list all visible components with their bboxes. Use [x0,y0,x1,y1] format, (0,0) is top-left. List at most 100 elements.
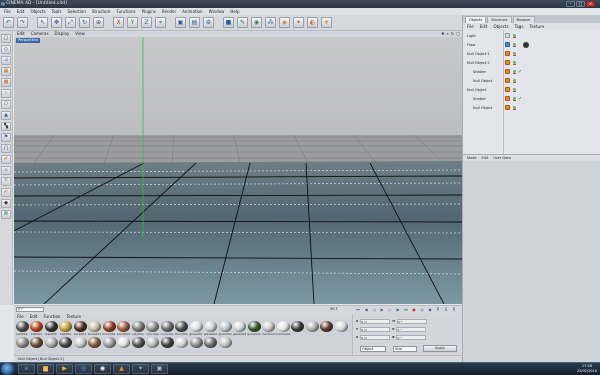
menu-render[interactable]: Render [162,8,176,15]
material-swatch[interactable] [146,337,160,353]
rotation-p-field[interactable]: 0 ° [396,327,427,332]
coordinate-size-select[interactable]: Size [393,346,417,352]
material-tag-icon[interactable] [523,42,529,48]
material-swatch[interactable]: brick001 [102,321,116,337]
position-x-field[interactable]: 0 m [360,319,391,324]
render-visibility-icon[interactable] [513,55,516,56]
material-swatch[interactable] [131,337,145,353]
render-visibility-icon[interactable] [513,109,516,110]
end-frame[interactable]: 90 F [330,307,338,311]
recent-tool-icon[interactable]: ⊕ [93,17,104,28]
material-swatch[interactable]: ball001 [15,321,29,337]
use-texture-icon[interactable]: ▦ [1,67,11,76]
prev-key-icon[interactable]: ◀ [363,307,369,312]
material-swatch[interactable] [44,337,58,353]
autokey-icon[interactable]: ◎ [419,307,425,312]
object-row[interactable]: Null Object 2 [463,59,600,67]
chrome-icon[interactable]: ◎ [75,364,92,374]
material-swatch[interactable] [291,321,305,337]
undo-icon[interactable]: ↶ [3,17,14,28]
objects-menu-tags[interactable]: Tags [515,23,524,30]
material-swatch[interactable] [204,337,218,353]
menu-tools[interactable]: Tools [52,8,62,15]
z-axis-icon[interactable]: Z [141,17,152,28]
material-swatch[interactable]: glass002 [204,321,218,337]
material-swatch[interactable] [15,337,29,353]
tab-browser[interactable]: Browser [512,16,535,23]
cinema4d-task-icon[interactable]: ◉ [94,364,111,374]
paint-icon[interactable]: ✍ [1,188,11,197]
redo-icon[interactable]: ↷ [17,17,28,28]
solo-icon[interactable]: ◆ [1,199,11,208]
render-visibility-icon[interactable] [513,73,516,74]
position-y-field[interactable]: 0 m [360,327,391,332]
menu-animation[interactable]: Animation [182,8,202,15]
next-key-icon[interactable]: ▶ [395,307,401,312]
tab-objects[interactable]: Objects [465,16,487,23]
material-swatch[interactable] [73,337,87,353]
tweak-mode-icon[interactable]: ⚑ [1,133,11,142]
material-swatch[interactable]: glass004 [233,321,247,337]
play-icon[interactable]: ▶ [379,307,385,312]
material-swatch[interactable] [189,337,203,353]
material-swatch[interactable] [30,337,44,353]
objects-menu-file[interactable]: File [467,23,474,30]
perspective-viewport[interactable]: Perspective [14,37,462,304]
cube-icon[interactable]: ■ [223,17,234,28]
record-icon[interactable]: ● [411,307,417,312]
coordinate-mode-select[interactable]: Object [360,346,386,352]
menu-edit[interactable]: Edit [17,8,25,15]
material-swatch[interactable] [160,337,174,353]
object-row[interactable]: Null Object [463,77,600,85]
pinned-app-icon[interactable]: ▣ [151,364,168,374]
close-button[interactable]: × [586,1,595,7]
keyframe-icon[interactable]: ◆ [427,307,433,312]
objects-menu-edit[interactable]: Edit [480,23,488,30]
object-row[interactable]: Shatter ✓ [463,68,600,76]
rotation-h-field[interactable]: 0 ° [396,319,427,324]
y-axis-icon[interactable]: Y [127,17,138,28]
enabled-check-icon[interactable]: ✓ [518,95,522,103]
menu-file[interactable]: File [4,8,11,15]
object-row[interactable]: Null Object [463,86,600,94]
material-swatch[interactable] [218,337,232,353]
render-visibility-icon[interactable] [513,100,516,101]
menu-selection[interactable]: Selection [67,8,85,15]
enabled-check-icon[interactable]: ✓ [518,68,522,76]
material-swatch[interactable] [334,321,348,337]
minimize-button[interactable]: – [566,1,575,7]
material-swatch[interactable]: bark001 [73,321,87,337]
material-swatch[interactable]: marble02 [276,321,290,337]
media-player-icon[interactable]: ▶ [56,364,73,374]
next-frame-icon[interactable]: ▷ [387,307,393,312]
menu-functions[interactable]: Functions [116,8,135,15]
start-button[interactable] [1,363,14,375]
frame-field[interactable]: 0 F [16,307,44,312]
render-settings-icon[interactable]: ⚙ [203,17,214,28]
scale-tool-icon[interactable]: ⤢ [65,17,76,28]
material-swatch[interactable]: clay001 [131,321,145,337]
material-swatch[interactable]: ball004 [59,321,73,337]
rotation-b-field[interactable]: 0 ° [396,335,427,340]
material-swatch[interactable] [88,337,102,353]
vlc-icon[interactable]: ▲ [113,364,130,374]
use-edges-icon[interactable]: ⬠ [1,100,11,109]
render-view-icon[interactable]: ▣ [175,17,186,28]
move-tool-icon[interactable]: ✥ [51,17,62,28]
camera-icon[interactable]: ◐ [307,17,318,28]
scene-icon[interactable]: ✦ [293,17,304,28]
material-swatch[interactable]: grass001 [247,321,261,337]
use-object-axis-icon[interactable]: ⊿ [1,56,11,65]
menu-structure[interactable]: Structure [92,8,111,15]
material-swatch[interactable] [320,321,334,337]
material-swatch[interactable] [117,337,131,353]
render-visibility-icon[interactable] [513,46,516,47]
render-visibility-icon[interactable] [513,91,516,92]
material-swatch[interactable] [59,337,73,353]
x-axis-icon[interactable]: X [113,17,124,28]
object-row[interactable]: Light [463,32,600,40]
deformer-icon[interactable]: ◈ [279,17,290,28]
object-row[interactable]: Floor [463,41,600,49]
render-visibility-icon[interactable] [513,64,516,65]
ie-icon[interactable]: e [18,364,35,374]
